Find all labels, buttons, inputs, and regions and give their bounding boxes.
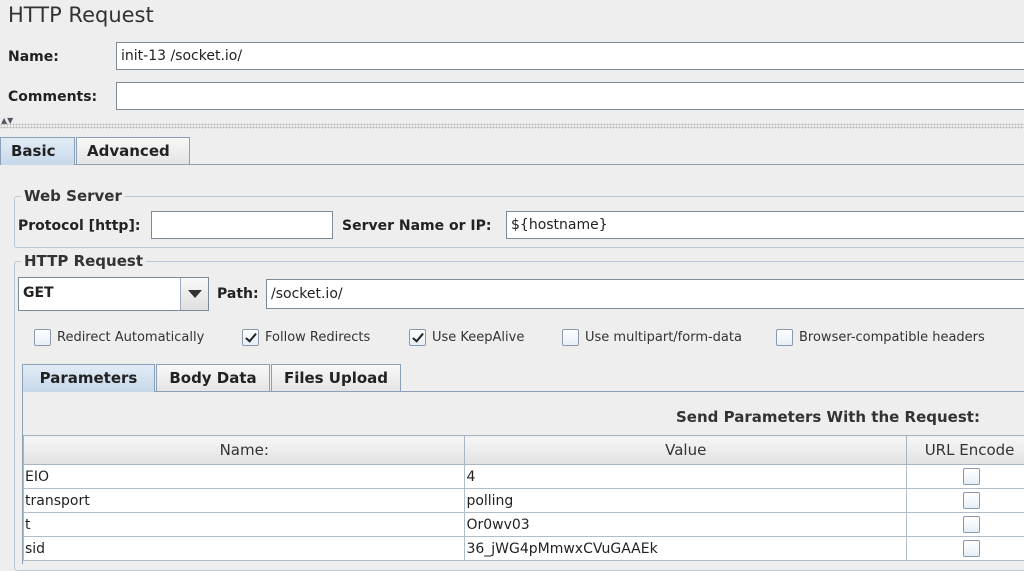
param-value[interactable]: polling <box>465 489 907 513</box>
param-value[interactable]: 36_jWG4pMmwxCVuGAAEk <box>465 537 907 561</box>
option-label: Use multipart/form-data <box>585 330 742 345</box>
param-encode[interactable] <box>907 489 1024 513</box>
option-label: Use KeepAlive <box>432 330 524 345</box>
page-title: HTTP Request <box>8 3 154 27</box>
comments-field[interactable] <box>116 82 1024 110</box>
param-name[interactable]: EIO <box>24 465 465 489</box>
url-encode-checkbox[interactable] <box>963 492 980 509</box>
name-label: Name: <box>8 49 59 65</box>
web-server-title: Web Server <box>21 187 125 205</box>
chevron-down-icon <box>188 290 202 298</box>
param-encode[interactable] <box>907 537 1024 561</box>
comments-label: Comments: <box>8 89 97 105</box>
param-value[interactable]: 4 <box>465 465 907 489</box>
path-field[interactable]: /socket.io/ <box>266 279 1024 309</box>
param-encode[interactable] <box>907 465 1024 489</box>
option-label: Redirect Automatically <box>57 330 204 345</box>
server-name-label: Server Name or IP: <box>342 218 491 234</box>
option-use-multipart[interactable]: Use multipart/form-data <box>562 327 742 347</box>
param-value[interactable]: Or0wv03 <box>465 513 907 537</box>
table-row[interactable]: transport polling <box>24 489 1024 513</box>
method-select[interactable]: GET <box>18 277 209 311</box>
option-label: Follow Redirects <box>265 330 370 345</box>
checkbox[interactable] <box>242 329 259 346</box>
param-name[interactable]: sid <box>24 537 465 561</box>
table-row[interactable]: t Or0wv03 <box>24 513 1024 537</box>
protocol-label: Protocol [http]: <box>18 218 140 234</box>
tab-strip-line <box>0 164 1024 165</box>
option-browser-compatible-headers[interactable]: Browser-compatible headers <box>776 327 985 347</box>
tab-advanced[interactable]: Advanced <box>76 137 190 164</box>
checkbox[interactable] <box>34 329 51 346</box>
option-follow-redirects[interactable]: Follow Redirects <box>242 327 370 347</box>
method-dropdown-button[interactable] <box>180 278 208 310</box>
param-name[interactable]: t <box>24 513 465 537</box>
option-use-keepalive[interactable]: Use KeepAlive <box>409 327 524 347</box>
method-value: GET <box>23 285 54 301</box>
protocol-field[interactable] <box>151 211 333 239</box>
params-table: Name: Value URL Encode EIO 4 transport p… <box>23 435 1024 561</box>
path-label: Path: <box>217 286 259 302</box>
column-header-url-encode[interactable]: URL Encode <box>907 436 1024 465</box>
tab-parameters[interactable]: Parameters <box>22 364 155 392</box>
tab-files-upload[interactable]: Files Upload <box>271 364 401 391</box>
tab-body-data[interactable]: Body Data <box>156 364 270 391</box>
column-header-name[interactable]: Name: <box>24 436 465 465</box>
name-field[interactable]: init-13 /socket.io/ <box>116 42 1024 70</box>
url-encode-checkbox[interactable] <box>963 516 980 533</box>
checkbox[interactable] <box>409 329 426 346</box>
checkbox[interactable] <box>776 329 793 346</box>
tab-basic[interactable]: Basic <box>0 137 75 165</box>
http-request-title: HTTP Request <box>21 252 146 270</box>
server-name-field[interactable]: ${hostname} <box>506 211 1024 239</box>
table-row[interactable]: sid 36_jWG4pMmwxCVuGAAEk <box>24 537 1024 561</box>
url-encode-checkbox[interactable] <box>963 468 980 485</box>
param-encode[interactable] <box>907 513 1024 537</box>
table-row[interactable]: EIO 4 <box>24 465 1024 489</box>
param-name[interactable]: transport <box>24 489 465 513</box>
sub-tab-strip-line <box>22 391 1024 392</box>
checkbox[interactable] <box>562 329 579 346</box>
option-label: Browser-compatible headers <box>799 330 985 345</box>
url-encode-checkbox[interactable] <box>963 540 980 557</box>
splitter-divider[interactable] <box>0 123 1024 129</box>
option-redirect-automatically[interactable]: Redirect Automatically <box>34 327 204 347</box>
column-header-value[interactable]: Value <box>465 436 907 465</box>
params-caption: Send Parameters With the Request: <box>676 408 980 426</box>
